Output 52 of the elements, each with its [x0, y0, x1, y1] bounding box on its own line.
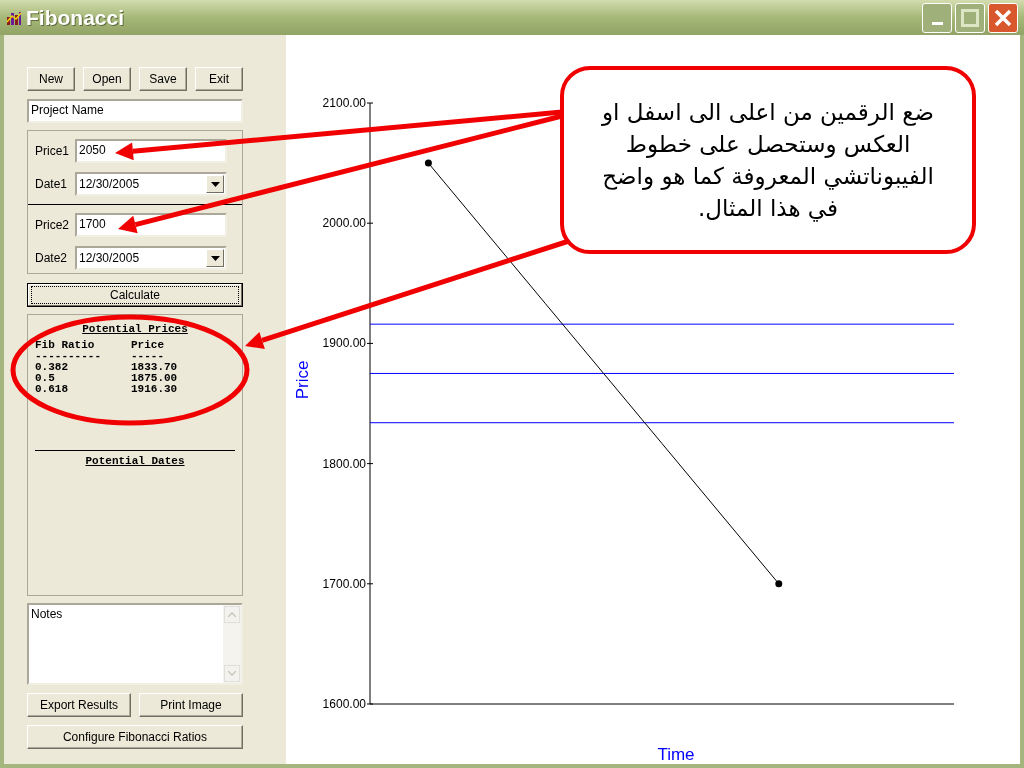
y-tick-label: 1600.00: [322, 697, 366, 711]
data-point: [424, 159, 432, 167]
callout-text: ضع الرقمين من اعلى الى اسفل او العكس وستحصل على خطوط الفيبوناتشي المعروفة كما هو واضح في هذا المثال.: [600, 98, 935, 224]
table-cell-text: 0.382: [35, 362, 69, 373]
field-label: Price2: [35, 217, 70, 234]
close-icon: [993, 7, 1013, 28]
table-cell-text: 1875.00: [131, 373, 179, 384]
y-tick-label: 1800.00: [322, 456, 366, 471]
caret-icon: [210, 181, 220, 187]
y-tick-label: 2000.00: [322, 216, 366, 231]
minimize-button[interactable]: [922, 2, 952, 33]
caret-icon: [210, 255, 220, 261]
y-tick-label: 1900.00: [322, 336, 366, 351]
calculate-button[interactable]: Calculate: [27, 283, 243, 307]
scroll-down-button[interactable]: [224, 665, 240, 682]
notes-field[interactable]: Notes: [27, 603, 243, 685]
scrollbar[interactable]: [223, 605, 241, 683]
project-name-field[interactable]: Project Name: [27, 99, 243, 123]
bar-chart-icon: [6, 9, 22, 26]
toolbar-button[interactable]: Save: [139, 67, 187, 91]
table-cell-text: 1833.70: [131, 362, 179, 373]
column-header: Fib Ratio: [35, 340, 96, 351]
results-heading: Potential Dates: [84, 456, 186, 467]
toolbar-button[interactable]: New: [27, 67, 75, 91]
field-label: Date2: [35, 250, 69, 267]
x-axis-label: Time: [657, 745, 695, 764]
field-label: Price1: [35, 143, 70, 160]
column-header: Price: [131, 340, 165, 351]
y-tick-label: 2100.00: [322, 96, 366, 110]
action-button[interactable]: Print Image: [139, 693, 243, 717]
header-rule: ----------: [35, 351, 102, 362]
scroll-up-button[interactable]: [224, 606, 240, 623]
header-rule: -----: [131, 351, 165, 362]
y-tick-label: 1700.00: [322, 576, 366, 591]
data-point: [775, 580, 783, 588]
maximize-button[interactable]: [955, 2, 985, 33]
date-dropdown[interactable]: 12/30/2005: [75, 172, 227, 196]
toolbar-button[interactable]: Exit: [195, 67, 243, 91]
toolbar-button[interactable]: Open: [83, 67, 131, 91]
dropdown-button[interactable]: [206, 175, 224, 193]
field-label: Date1: [35, 176, 69, 193]
table-cell-text: 1916.30: [131, 384, 179, 395]
action-button[interactable]: Export Results: [27, 693, 131, 717]
results-heading: Potential Prices: [81, 324, 189, 335]
table-cell-text: 0.618: [35, 384, 69, 395]
y-axis-label: Price: [293, 360, 312, 400]
window-title: Fibonacci: [26, 4, 125, 31]
date-dropdown[interactable]: 12/30/2005: [75, 246, 227, 270]
table-cell-text: 0.5: [35, 373, 56, 384]
dropdown-button[interactable]: [206, 249, 224, 267]
configure-ratios-button[interactable]: Configure Fibonacci Ratios: [27, 725, 243, 749]
close-button[interactable]: [988, 2, 1018, 33]
